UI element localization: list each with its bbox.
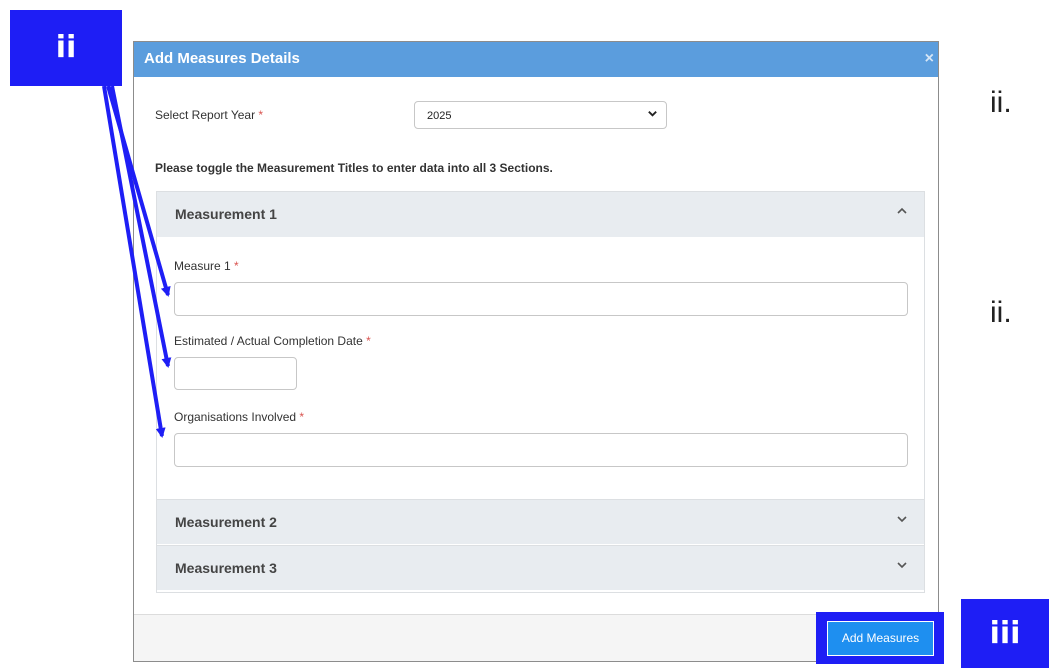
add-measures-button[interactable]: Add Measures: [827, 621, 934, 656]
annotation-note-2: ii.: [990, 296, 1012, 329]
arrow-to-organisations: [102, 85, 166, 438]
annotation-badge-iii: iii: [961, 599, 1049, 668]
annotation-note-1: ii.: [990, 86, 1012, 119]
annotation-arrows: [102, 85, 172, 438]
arrow-to-completion-date: [110, 85, 172, 368]
